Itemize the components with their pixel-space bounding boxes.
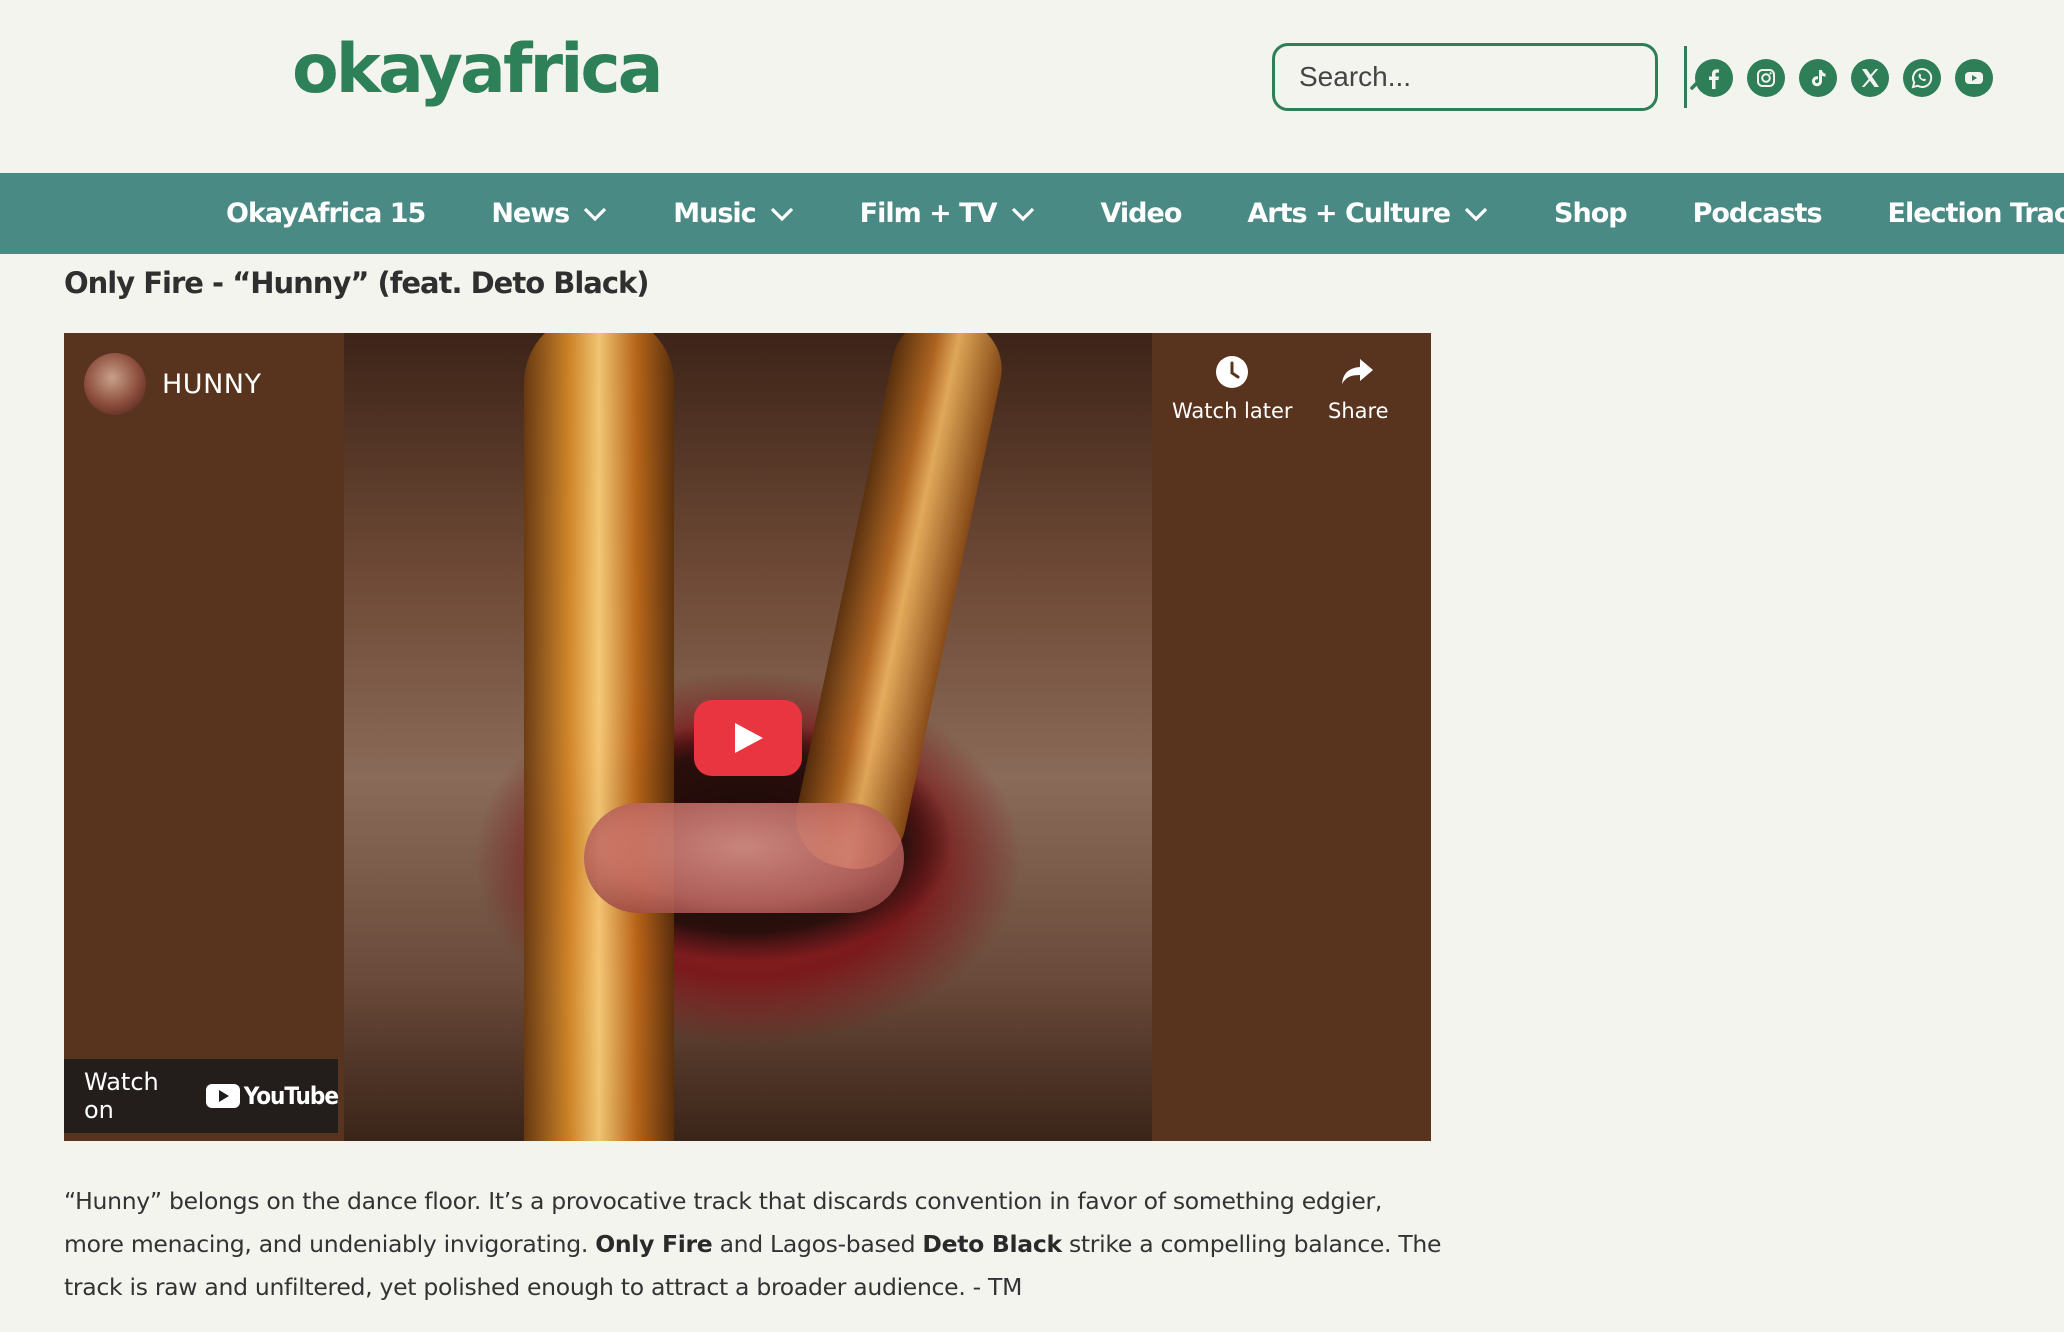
watch-on-youtube-button[interactable]: Watch on YouTube <box>64 1059 339 1133</box>
nav-item-okayafrica15[interactable]: OkayAfrica 15 <box>226 198 426 229</box>
site-logo[interactable]: okayafrica <box>292 30 664 109</box>
play-button[interactable] <box>694 700 802 776</box>
nav-item-arts-culture[interactable]: Arts + Culture <box>1247 198 1488 229</box>
site-header: okayafrica <box>0 0 2064 173</box>
nav-item-video[interactable]: Video <box>1100 198 1183 229</box>
nav-label: Music <box>673 198 756 229</box>
youtube-play-icon <box>205 1084 240 1108</box>
facebook-icon[interactable] <box>1695 59 1733 97</box>
nav-item-film-tv[interactable]: Film + TV <box>860 198 1035 229</box>
x-icon[interactable] <box>1851 59 1889 97</box>
nav-label: Arts + Culture <box>1247 198 1451 229</box>
youtube-logo: YouTube <box>205 1082 339 1110</box>
chevron-down-icon[interactable] <box>583 206 607 222</box>
tongue-shape <box>584 803 904 913</box>
share-label: Share <box>1328 399 1389 423</box>
whatsapp-icon[interactable] <box>1903 59 1941 97</box>
nav-item-news[interactable]: News <box>491 198 607 229</box>
video-channel[interactable]: HUNNY <box>84 353 261 415</box>
video-title[interactable]: HUNNY <box>162 369 261 400</box>
chevron-down-icon[interactable] <box>1464 206 1488 222</box>
clock-icon <box>1216 356 1249 388</box>
nav-label: Video <box>1100 198 1183 229</box>
nav-item-music[interactable]: Music <box>673 198 793 229</box>
search-box <box>1272 43 1716 111</box>
artist-link-only-fire: Only Fire <box>595 1230 713 1258</box>
tiktok-icon[interactable] <box>1799 59 1837 97</box>
article-body: “Hunny” belongs on the dance floor. It’s… <box>64 1180 1444 1309</box>
watch-on-label: Watch on <box>84 1068 159 1124</box>
chevron-down-icon[interactable] <box>1011 206 1035 222</box>
nav-label: News <box>491 198 570 229</box>
honey-stream <box>786 333 1012 879</box>
video-letterbox-right <box>1152 333 1431 1141</box>
share-button[interactable]: Share <box>1328 355 1389 423</box>
nav-label: Podcasts <box>1692 198 1823 229</box>
social-links <box>1695 59 1993 97</box>
watch-later-label: Watch later <box>1172 399 1293 423</box>
main-nav: OkayAfrica 15 News Music Film + TV Video… <box>0 173 2064 254</box>
nav-label: Election Tracker <box>1887 198 2064 229</box>
body-text-2: and Lagos-based <box>712 1230 923 1258</box>
honey-stream <box>524 333 674 1141</box>
play-icon <box>735 723 763 753</box>
nav-label: Shop <box>1554 198 1628 229</box>
nav-label: Film + TV <box>859 198 998 229</box>
video-letterbox-left <box>64 333 344 1141</box>
search-input[interactable] <box>1275 46 1684 108</box>
nav-label: OkayAfrica 15 <box>226 198 426 229</box>
youtube-embed[interactable]: HUNNY Watch later Share Watch on YouTube <box>64 333 1431 1141</box>
instagram-icon[interactable] <box>1747 59 1785 97</box>
article-heading: Only Fire - “Hunny” (feat. Deto Black) <box>64 266 650 300</box>
watch-later-button[interactable]: Watch later <box>1172 355 1293 423</box>
youtube-wordmark: YouTube <box>243 1082 339 1110</box>
youtube-icon[interactable] <box>1955 59 1993 97</box>
nav-item-shop[interactable]: Shop <box>1554 198 1628 229</box>
artist-link-deto-black: Deto Black <box>922 1230 1062 1258</box>
channel-avatar[interactable] <box>84 353 146 415</box>
nav-item-election-tracker[interactable]: Election Tracker <box>1888 198 2064 229</box>
nav-item-podcasts[interactable]: Podcasts <box>1692 198 1823 229</box>
chevron-down-icon[interactable] <box>770 206 794 222</box>
share-arrow-icon <box>1342 359 1374 384</box>
